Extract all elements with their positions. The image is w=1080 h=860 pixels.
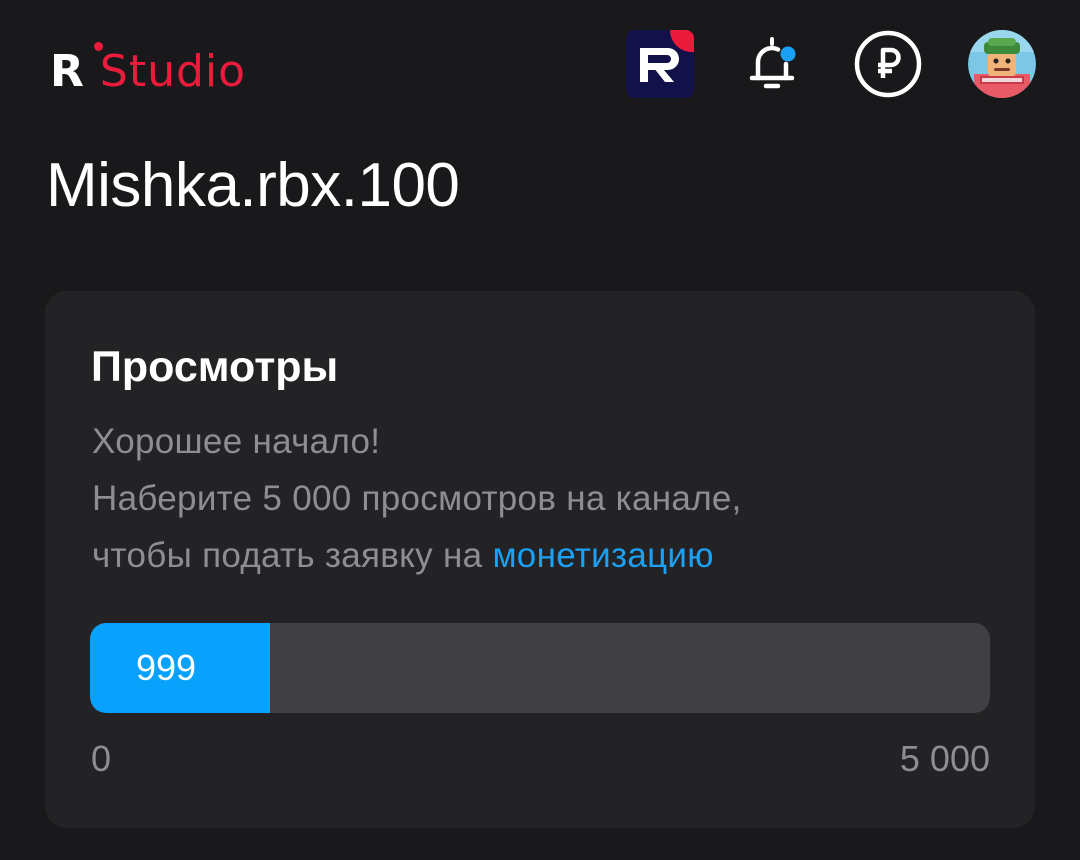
rstudio-logo[interactable]: R Studio xyxy=(50,36,246,96)
logo-letter: R xyxy=(50,46,84,97)
logo-dot xyxy=(94,42,103,51)
description-line-3-text: чтобы подать заявку на xyxy=(92,536,493,575)
progress-min-label: 0 xyxy=(91,738,112,779)
monetization-link[interactable]: монетизацию xyxy=(492,536,713,575)
ruble-icon[interactable] xyxy=(854,30,922,98)
views-card: Просмотры Хорошее начало! Наберите 5 000… xyxy=(45,291,1035,828)
views-progress-bar: 999 xyxy=(90,623,990,713)
avatar[interactable] xyxy=(968,30,1036,98)
channel-title: Mishka.rbx.100 xyxy=(46,151,460,220)
description-line-2: Наберите 5 000 просмотров на канале, xyxy=(92,479,742,518)
progress-value: 999 xyxy=(136,647,197,688)
description-line-3: чтобы подать заявку на монетизацию xyxy=(92,527,992,584)
logo-name: Studio xyxy=(99,46,247,97)
description-line-1: Хорошее начало! xyxy=(92,422,381,461)
bell-icon[interactable] xyxy=(738,30,806,98)
header: R Studio xyxy=(0,0,1080,130)
progress-max-label: 5 000 xyxy=(899,738,990,779)
rutube-app-icon[interactable] xyxy=(626,30,694,98)
card-title: Просмотры xyxy=(91,343,339,391)
card-description: Хорошее начало! Наберите 5 000 просмотро… xyxy=(92,413,992,584)
notification-dot xyxy=(780,46,796,62)
